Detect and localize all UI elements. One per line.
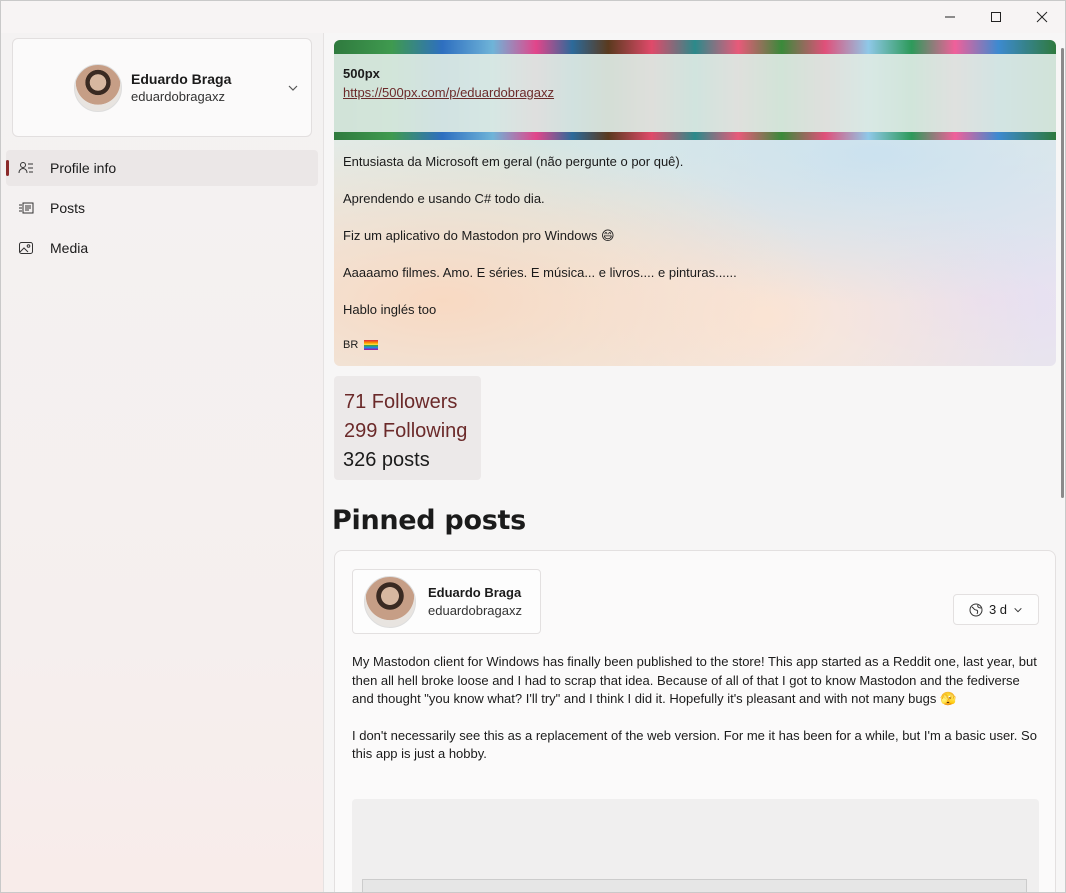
chevron-down-icon xyxy=(1014,607,1022,612)
post-visibility-button[interactable]: 3 d xyxy=(953,594,1039,625)
account-switcher[interactable]: Eduardo Braga eduardobragaxz xyxy=(12,38,312,137)
author-name: Eduardo Braga xyxy=(428,585,522,600)
sidebar-item-label: Posts xyxy=(50,200,86,216)
title-bar xyxy=(1,1,1065,33)
media-icon xyxy=(18,240,34,256)
sidebar-item-posts[interactable]: Posts xyxy=(6,190,318,226)
followers-link[interactable]: 71 Followers xyxy=(344,388,471,417)
account-name: Eduardo Braga xyxy=(131,71,232,87)
main-content: 500px https://500px.com/p/eduardobragaxz… xyxy=(323,33,1065,892)
app-window: Eduardo Braga eduardobragaxz Profile inf… xyxy=(0,0,1066,893)
globe-icon xyxy=(969,603,983,616)
field-name: 500px xyxy=(343,66,380,81)
pinned-posts-heading: Pinned posts xyxy=(332,505,526,536)
avatar xyxy=(364,575,416,628)
avatar xyxy=(74,63,122,112)
minimize-button[interactable] xyxy=(927,1,973,33)
minimize-icon xyxy=(945,16,955,18)
post-body: My Mastodon client for Windows has final… xyxy=(352,653,1042,782)
post-media[interactable] xyxy=(352,799,1039,892)
maximize-icon xyxy=(991,12,1001,22)
profile-flags: BR xyxy=(343,339,379,351)
media-screenshot-preview xyxy=(362,879,1027,892)
posts-icon xyxy=(18,200,34,216)
bio-line: Fiz um aplicativo do Mastodon pro Window… xyxy=(343,228,615,243)
post-author[interactable]: Eduardo Braga eduardobragaxz xyxy=(352,569,541,634)
bio-line: Entusiasta da Microsoft em geral (não pe… xyxy=(343,154,684,169)
profile-card: 500px https://500px.com/p/eduardobragaxz… xyxy=(334,40,1056,366)
post-time: 3 d xyxy=(988,602,1008,617)
country-flag: BR xyxy=(343,339,359,351)
field-link[interactable]: https://500px.com/p/eduardobragaxz xyxy=(343,85,554,100)
sidebar: Eduardo Braga eduardobragaxz Profile inf… xyxy=(1,33,323,892)
rainbow-flag-icon xyxy=(364,340,379,350)
bio-line: Aaaaamo filmes. Amo. E séries. E música.… xyxy=(343,265,737,280)
sidebar-nav: Profile info Posts Media xyxy=(6,150,318,270)
author-handle: eduardobragaxz xyxy=(428,603,522,618)
chevron-down-icon[interactable] xyxy=(287,82,299,94)
bio-line: Hablo inglés too xyxy=(343,302,437,317)
post-paragraph: My Mastodon client for Windows has final… xyxy=(352,654,1037,706)
sidebar-item-label: Media xyxy=(50,240,89,256)
bio-line: Aprendendo e usando C# todo dia. xyxy=(343,191,545,206)
scrollbar[interactable] xyxy=(1061,48,1064,498)
account-handle: eduardobragaxz xyxy=(131,89,225,104)
close-icon xyxy=(1036,11,1048,23)
following-link[interactable]: 299 Following xyxy=(344,417,471,446)
post-paragraph: I don't necessarily see this as a replac… xyxy=(352,727,1037,762)
profile-info-icon xyxy=(18,160,34,176)
sidebar-item-media[interactable]: Media xyxy=(6,230,318,266)
posts-count: 326 posts xyxy=(343,449,430,471)
sidebar-item-profile-info[interactable]: Profile info xyxy=(6,150,318,186)
profile-bio: Entusiasta da Microsoft em geral (não pe… xyxy=(343,153,1043,338)
sidebar-item-label: Profile info xyxy=(50,160,117,176)
close-button[interactable] xyxy=(1019,1,1065,33)
pinned-post: Eduardo Braga eduardobragaxz 3 d My Mast… xyxy=(334,550,1056,892)
profile-stats: 71 Followers 299 Following 326 posts xyxy=(334,376,481,480)
maximize-button[interactable] xyxy=(973,1,1019,33)
profile-field: 500px https://500px.com/p/eduardobragaxz xyxy=(334,54,1056,132)
